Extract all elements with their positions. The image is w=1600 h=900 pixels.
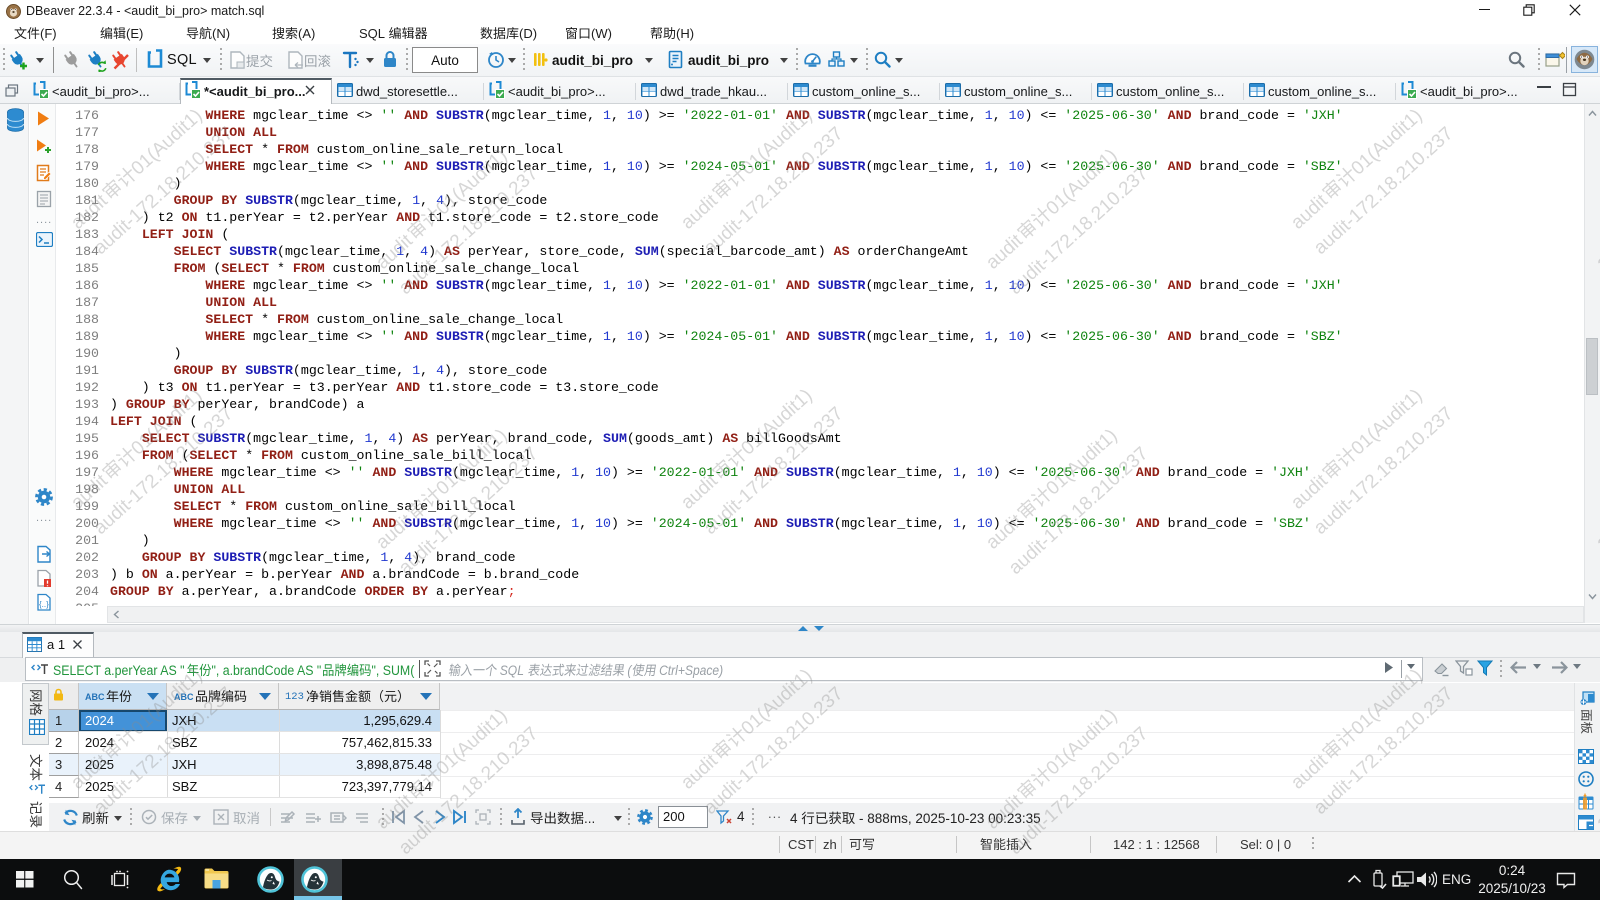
svg-text:(A): (A) bbox=[298, 26, 315, 41]
svg-text:SQL: SQL bbox=[496, 662, 527, 678]
svg-text:SELECT a.perYear AS ": SELECT a.perYear AS " bbox=[53, 662, 185, 678]
svg-text:(N): (N) bbox=[212, 26, 230, 41]
svg-text:Sel: 0 | 0: Sel: 0 | 0 bbox=[1240, 837, 1291, 852]
svg-text:(H): (H) bbox=[676, 26, 694, 41]
svg-text:", SUM(: ", SUM( bbox=[371, 662, 415, 678]
svg-text:{..}: {..} bbox=[39, 600, 49, 609]
svg-text:zh: zh bbox=[823, 837, 837, 852]
svg-text:...: ... bbox=[584, 811, 595, 826]
svg-text:4: 4 bbox=[790, 811, 801, 826]
svg-text:(D): (D) bbox=[519, 26, 537, 41]
svg-text:CST: CST bbox=[788, 837, 814, 852]
svg-text:", a.brandCode AS ": ", a.brandCode AS " bbox=[211, 662, 321, 678]
svg-text:(F): (F) bbox=[40, 26, 57, 41]
svg-text:Ctrl+Space): Ctrl+Space) bbox=[656, 662, 723, 678]
svg-text:- 888ms, 2025-10-23 00:23:35: - 888ms, 2025-10-23 00:23:35 bbox=[855, 811, 1040, 826]
svg-text:(E): (E) bbox=[126, 26, 143, 41]
svg-text:(W): (W) bbox=[591, 26, 612, 41]
svg-text:142 : 1 : 12568: 142 : 1 : 12568 bbox=[1113, 837, 1200, 852]
svg-text:(: ( bbox=[624, 662, 633, 678]
svg-text:SQL: SQL bbox=[359, 26, 388, 41]
